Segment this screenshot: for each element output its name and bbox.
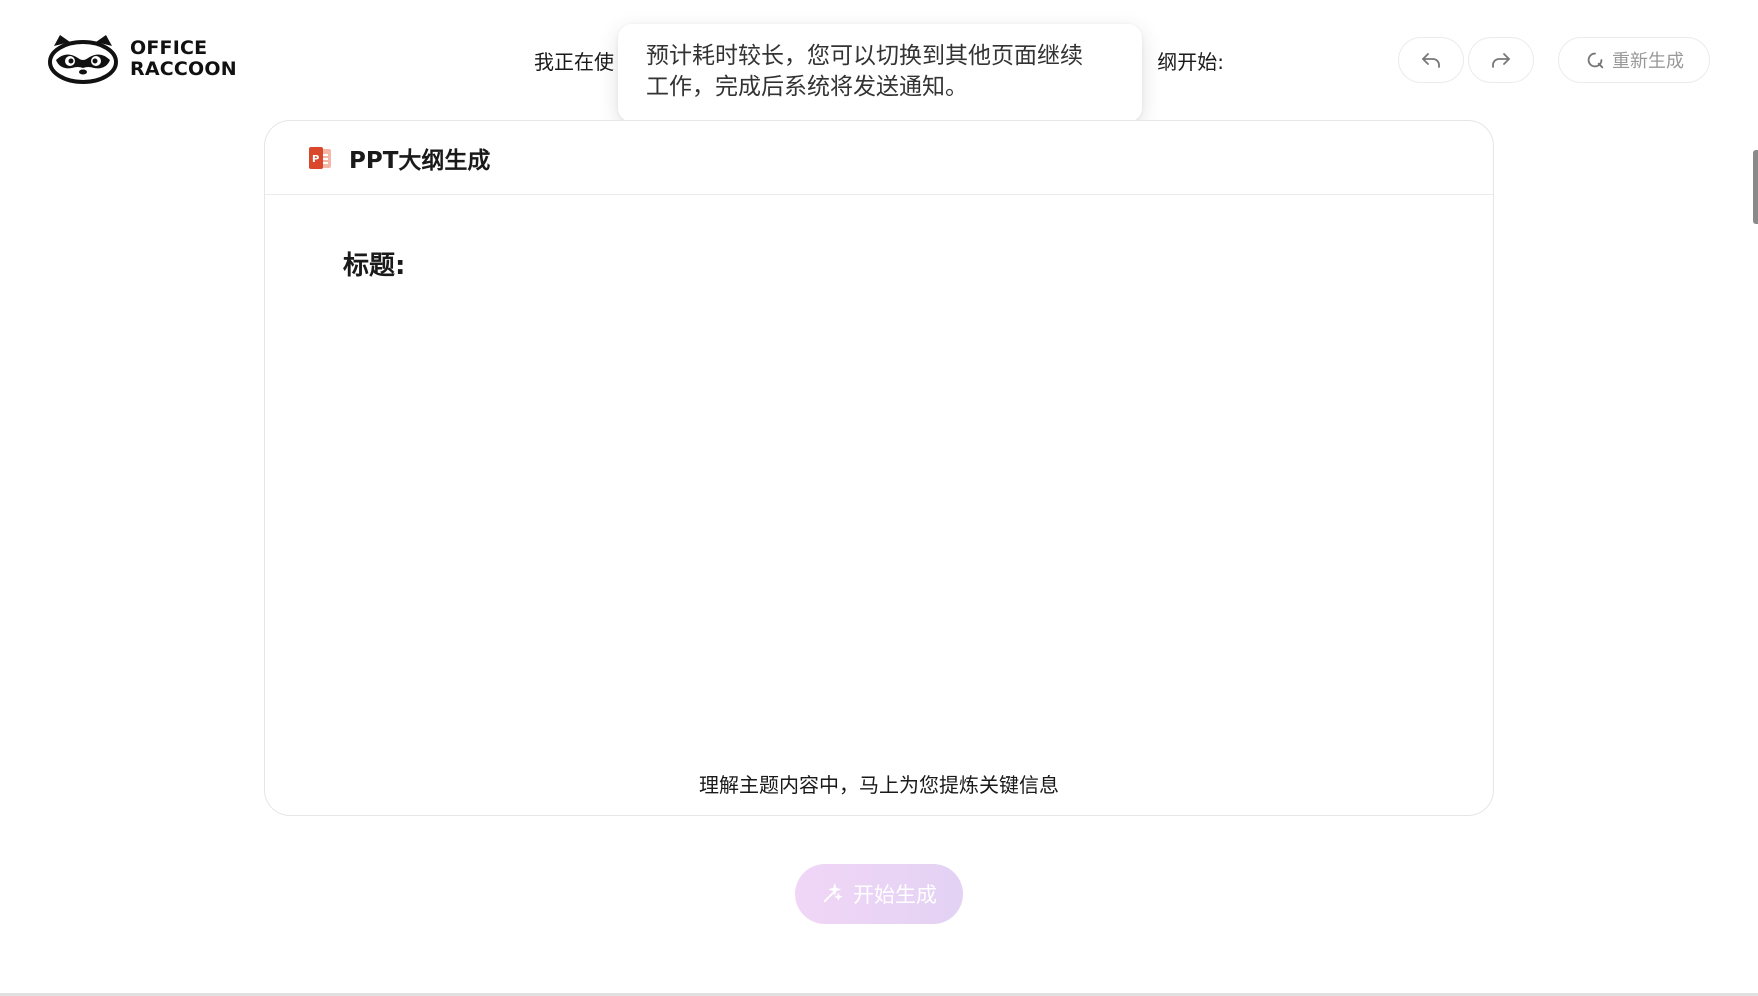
magic-wand-icon — [823, 883, 843, 903]
card-header: P PPT大纲生成 — [265, 121, 1493, 195]
raccoon-logo-icon — [48, 35, 118, 84]
undo-button[interactable] — [1398, 37, 1464, 83]
prompt-right-text: 纲开始: — [1157, 50, 1224, 74]
start-generate-button[interactable]: 开始生成 — [795, 864, 963, 924]
redo-button[interactable] — [1468, 37, 1534, 83]
page: OFFICE RACCOON 我正在使 纲开始: 预计耗时较长，您可以切换到其他… — [0, 0, 1758, 996]
outline-card: P PPT大纲生成 标题: 理解主题内容中，马上为您提炼关键信息 — [264, 120, 1494, 816]
toast-line-2: 工作，完成后系统将发送通知。 — [646, 74, 968, 100]
redo-icon — [1492, 53, 1510, 68]
app-logo[interactable]: OFFICE RACCOON — [46, 32, 237, 86]
logo-line-1: OFFICE — [130, 37, 208, 59]
logo-line-2: RACCOON — [130, 58, 237, 80]
powerpoint-icon: P — [309, 146, 331, 169]
prompt-left-text: 我正在使 — [534, 50, 614, 74]
outline-title-heading: 标题: — [343, 251, 406, 281]
toast-line-1: 预计耗时较长，您可以切换到其他页面继续 — [646, 43, 1083, 69]
svg-text:P: P — [312, 154, 319, 165]
regenerate-label: 重新生成 — [1612, 51, 1684, 72]
regenerate-button[interactable]: 重新生成 — [1558, 37, 1710, 83]
start-generate-label: 开始生成 — [853, 883, 937, 907]
logo-wordmark: OFFICE RACCOON — [130, 38, 237, 80]
status-message: 理解主题内容中，马上为您提炼关键信息 — [699, 773, 1059, 797]
scrollbar-handle[interactable] — [1753, 150, 1758, 224]
toast-notification: 预计耗时较长，您可以切换到其他页面继续 工作，完成后系统将发送通知。 — [618, 24, 1142, 122]
refresh-icon — [1587, 52, 1604, 69]
undo-icon — [1422, 53, 1440, 68]
card-title: PPT大纲生成 — [349, 147, 491, 174]
